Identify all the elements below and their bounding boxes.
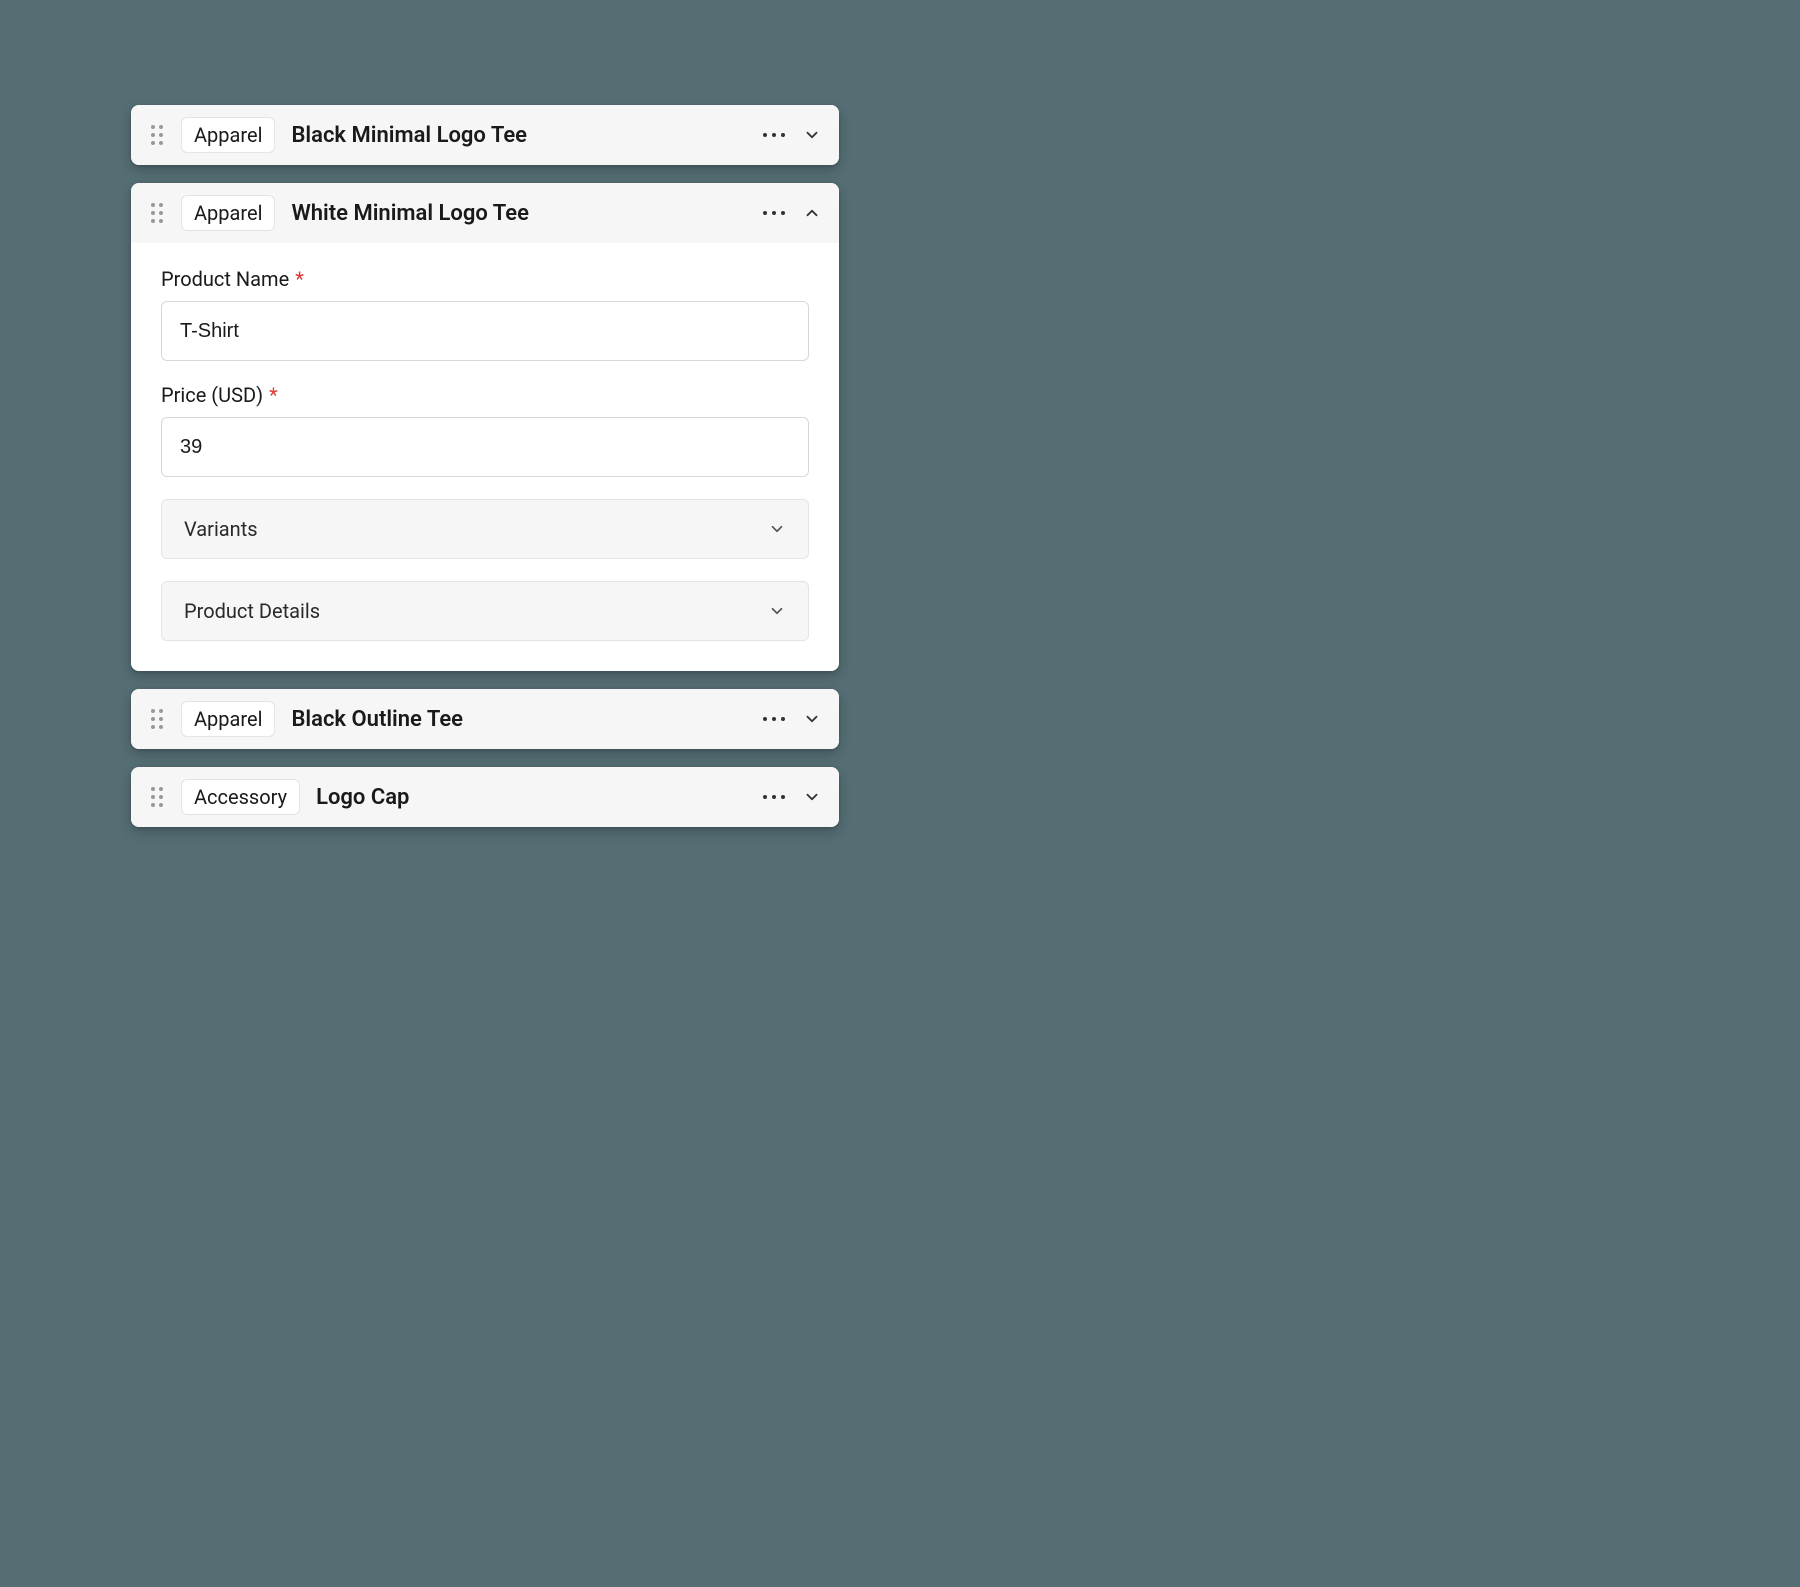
- card-header[interactable]: Apparel Black Outline Tee: [131, 689, 839, 749]
- more-icon[interactable]: [763, 132, 785, 138]
- product-details-accordion[interactable]: Product Details: [161, 581, 809, 641]
- product-card: Apparel Black Outline Tee: [131, 689, 839, 749]
- chevron-down-icon[interactable]: [803, 126, 821, 144]
- product-name-label: Product Name*: [161, 267, 809, 291]
- product-card: Accessory Logo Cap: [131, 767, 839, 827]
- category-chip: Accessory: [181, 779, 300, 815]
- category-chip: Apparel: [181, 701, 275, 737]
- product-name-field: Product Name*: [161, 267, 809, 361]
- price-input[interactable]: [161, 417, 809, 477]
- drag-handle-icon[interactable]: [149, 123, 165, 147]
- chevron-up-icon[interactable]: [803, 204, 821, 222]
- product-title: Black Outline Tee: [291, 707, 747, 732]
- variants-label: Variants: [184, 517, 258, 541]
- price-field: Price (USD)*: [161, 383, 809, 477]
- drag-handle-icon[interactable]: [149, 201, 165, 225]
- chevron-down-icon: [768, 520, 786, 538]
- category-chip: Apparel: [181, 117, 275, 153]
- card-header[interactable]: Apparel White Minimal Logo Tee: [131, 183, 839, 243]
- chevron-down-icon[interactable]: [803, 788, 821, 806]
- product-title: White Minimal Logo Tee: [291, 201, 747, 226]
- product-name-input[interactable]: [161, 301, 809, 361]
- price-label: Price (USD)*: [161, 383, 809, 407]
- card-header[interactable]: Apparel Black Minimal Logo Tee: [131, 105, 839, 165]
- more-icon[interactable]: [763, 716, 785, 722]
- required-indicator: *: [269, 383, 278, 407]
- drag-handle-icon[interactable]: [149, 707, 165, 731]
- product-title: Black Minimal Logo Tee: [291, 123, 747, 148]
- product-details-label: Product Details: [184, 599, 320, 623]
- product-card: Apparel White Minimal Logo Tee Product N…: [131, 183, 839, 671]
- product-card-list: Apparel Black Minimal Logo Tee Apparel W…: [131, 105, 839, 827]
- category-chip: Apparel: [181, 195, 275, 231]
- card-header[interactable]: Accessory Logo Cap: [131, 767, 839, 827]
- variants-accordion[interactable]: Variants: [161, 499, 809, 559]
- more-icon[interactable]: [763, 210, 785, 216]
- card-body: Product Name* Price (USD)* Variants Prod…: [131, 243, 839, 671]
- more-icon[interactable]: [763, 794, 785, 800]
- chevron-down-icon[interactable]: [803, 710, 821, 728]
- drag-handle-icon[interactable]: [149, 785, 165, 809]
- required-indicator: *: [295, 267, 304, 291]
- chevron-down-icon: [768, 602, 786, 620]
- product-title: Logo Cap: [316, 785, 747, 810]
- product-card: Apparel Black Minimal Logo Tee: [131, 105, 839, 165]
